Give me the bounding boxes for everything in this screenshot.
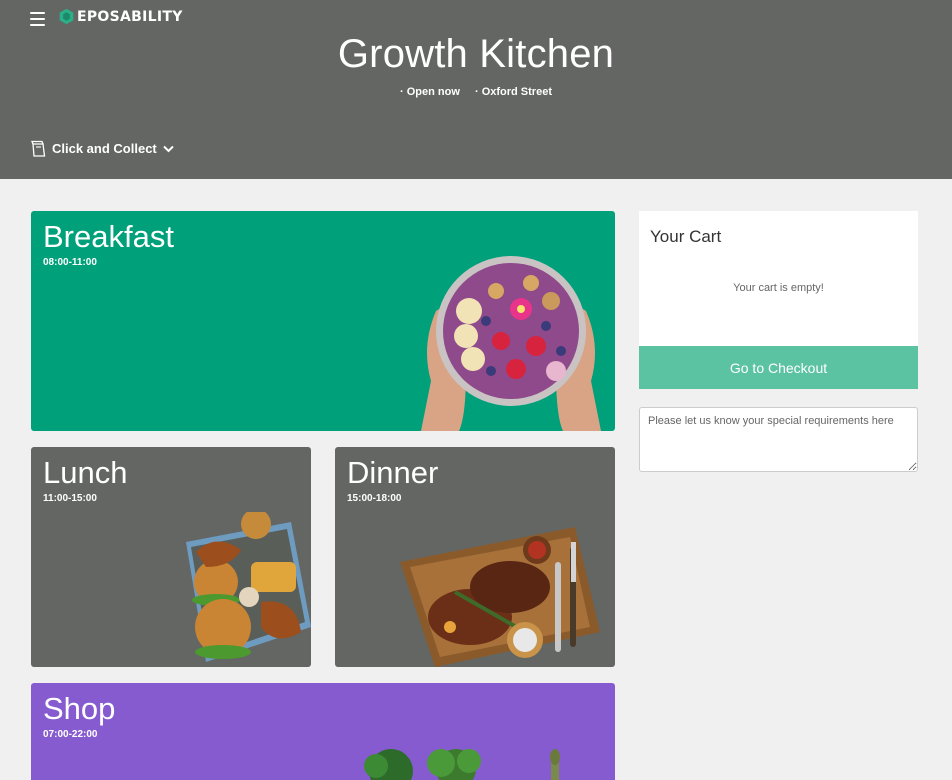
menu-card-dinner[interactable]: Dinner 15:00-18:00 — [335, 447, 615, 667]
brand-name: EPOSABILITY — [77, 8, 183, 25]
cart-title: Your Cart — [650, 227, 722, 246]
menu-card-shop[interactable]: Shop 07:00-22:00 — [31, 683, 615, 780]
menu-card-hours: 15:00-18:00 — [347, 493, 402, 504]
logo-mark-icon — [59, 8, 74, 25]
menu-card-title: Lunch — [43, 455, 128, 490]
cart-panel: Your Cart Your cart is empty! Go to Chec… — [639, 211, 918, 389]
checkout-button[interactable]: Go to Checkout — [639, 346, 918, 389]
cart-empty-message: Your cart is empty! — [733, 282, 824, 294]
chevron-down-icon — [163, 145, 174, 152]
order-mode-label: Click and Collect — [52, 141, 157, 156]
menu-card-hours: 07:00-22:00 — [43, 729, 98, 740]
store-header: EPOSABILITY Growth Kitchen · Open now · … — [0, 0, 952, 179]
steak-board-image — [400, 527, 600, 667]
open-status: · Open now — [400, 86, 460, 98]
burgers-platter-image — [186, 512, 311, 662]
menu-card-hours: 11:00-15:00 — [43, 493, 97, 504]
menu-card-title: Breakfast — [43, 219, 174, 254]
special-requirements-input[interactable] — [639, 407, 918, 472]
store-title: Growth Kitchen — [337, 32, 615, 76]
bag-icon — [31, 140, 46, 157]
hamburger-menu-icon[interactable] — [30, 12, 45, 28]
store-location: · Oxford Street — [474, 86, 552, 98]
menu-card-lunch[interactable]: Lunch 11:00-15:00 — [31, 447, 311, 667]
menu-card-title: Dinner — [347, 455, 439, 490]
acai-bowl-image — [421, 256, 601, 431]
vegetables-image — [364, 749, 560, 780]
brand-logo[interactable]: EPOSABILITY — [58, 8, 183, 25]
menu-card-hours: 08:00-11:00 — [43, 257, 97, 268]
order-mode-dropdown[interactable]: Click and Collect — [31, 140, 180, 157]
menu-card-breakfast[interactable]: Breakfast 08:00-11:00 — [31, 211, 615, 431]
store-meta: · Open now · Oxford Street — [0, 86, 952, 98]
menu-card-title: Shop — [43, 691, 116, 726]
